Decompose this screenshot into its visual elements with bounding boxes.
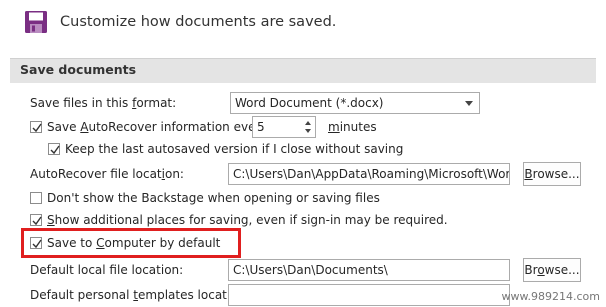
keep-last-checkbox[interactable]	[48, 143, 60, 155]
default-templates-label: Default personal templates location:	[30, 288, 250, 302]
watermark: www.989214.com	[501, 290, 600, 303]
highlight-box	[21, 228, 241, 258]
section-title: Save documents	[20, 62, 137, 77]
autorecover-location-label: AutoRecover file location:	[30, 167, 184, 181]
default-templates-field[interactable]	[228, 284, 510, 306]
header-description: Customize how documents are saved.	[60, 14, 337, 30]
default-local-label: Default local file location:	[30, 263, 184, 277]
autorecover-label: Save AutoRecover information every	[47, 120, 268, 134]
format-select[interactable]: Word Document (*.docx)	[230, 92, 480, 114]
autorecover-location-field[interactable]: C:\Users\Dan\AppData\Roaming\Microsoft\W…	[228, 163, 510, 185]
additional-places-label: Show additional places for saving, even …	[47, 213, 448, 227]
backstage-label: Don't show the Backstage when opening or…	[47, 191, 380, 205]
chevron-down-icon	[465, 101, 473, 106]
keep-last-label: Keep the last autosaved version if I clo…	[65, 142, 404, 156]
format-select-value: Word Document (*.docx)	[235, 96, 384, 110]
autorecover-minutes-value: 5	[257, 120, 265, 134]
autorecover-browse-button[interactable]: Browse...	[523, 162, 581, 186]
spinner-icon[interactable]	[304, 119, 312, 135]
autorecover-checkbox[interactable]	[30, 121, 42, 133]
default-local-field[interactable]: C:\Users\Dan\Documents\	[228, 259, 510, 281]
backstage-checkbox[interactable]	[30, 192, 42, 204]
autorecover-unit: minutes	[328, 120, 377, 134]
autorecover-minutes-field[interactable]: 5	[252, 116, 316, 138]
additional-places-checkbox[interactable]	[30, 214, 42, 226]
default-local-browse-button[interactable]: Browse...	[523, 258, 581, 282]
format-label: Save files in this format:	[30, 96, 177, 110]
save-disk-icon	[24, 10, 48, 34]
